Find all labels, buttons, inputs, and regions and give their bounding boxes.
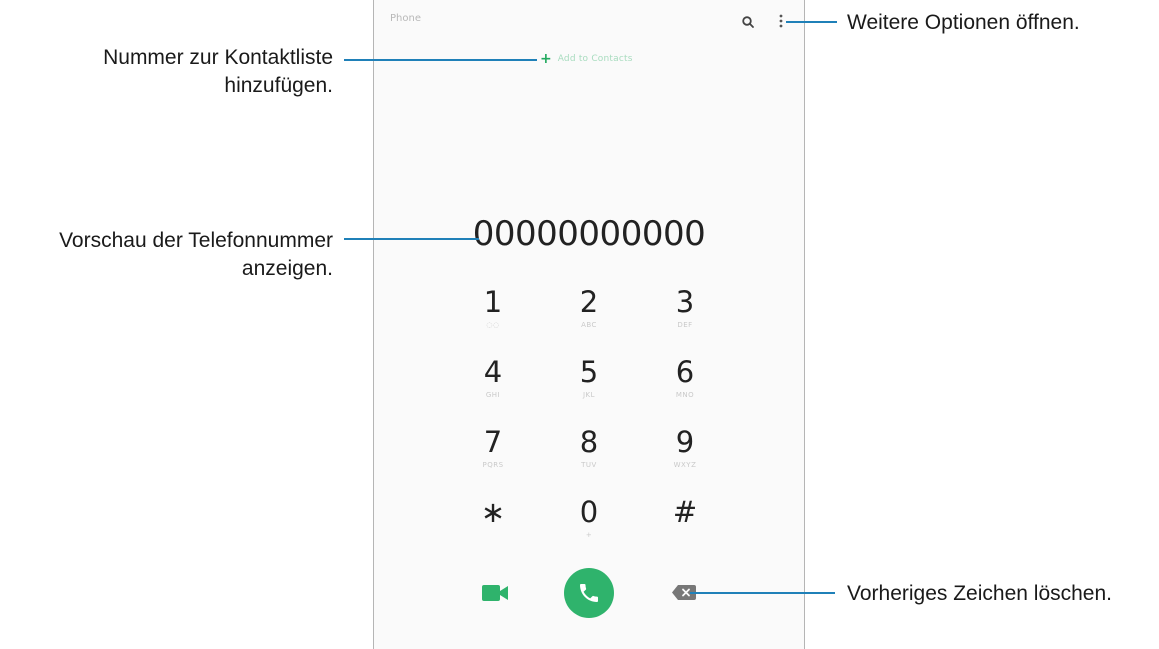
callout-delete-char: Vorheriges Zeichen löschen.	[847, 582, 1112, 605]
add-to-contacts-label: Add to Contacts	[557, 54, 633, 64]
key-1[interactable]: 1 ◌◌	[447, 284, 539, 348]
key-letters: WXYZ	[673, 461, 697, 469]
callout-add-contact-line1: Nummer zur Kontaktliste	[103, 46, 333, 69]
key-digit: 5	[579, 355, 599, 389]
phone-screen: Phone + Add to Contacts 00000000000 1 ◌◌…	[373, 0, 805, 649]
more-options-icon[interactable]	[777, 12, 785, 30]
key-4[interactable]: 4 GHI	[447, 354, 539, 418]
key-9[interactable]: 9 WXYZ	[639, 424, 731, 488]
key-3[interactable]: 3 DEF	[639, 284, 731, 348]
callout-add-contact-line2: hinzufügen.	[224, 74, 333, 97]
key-digit: ∗	[480, 495, 506, 529]
key-hash[interactable]: #	[639, 494, 731, 558]
key-digit: 3	[675, 285, 695, 319]
callout-line-add-contact	[344, 59, 537, 61]
callout-line-delete-char	[690, 592, 835, 594]
key-letters: MNO	[675, 391, 695, 399]
number-preview: 00000000000	[472, 214, 706, 254]
key-digit: 4	[483, 355, 503, 389]
callout-preview-line2: anzeigen.	[241, 257, 333, 280]
callout-more-options: Weitere Optionen öffnen.	[847, 11, 1080, 34]
add-to-contacts-button[interactable]: + Add to Contacts	[540, 49, 633, 69]
key-digit: 6	[675, 355, 695, 389]
key-star[interactable]: ∗	[447, 494, 539, 558]
call-button[interactable]	[564, 568, 614, 618]
key-0[interactable]: 0 +	[543, 494, 635, 558]
key-letters: TUV	[581, 461, 597, 469]
key-letters: DEF	[677, 321, 693, 329]
key-digit: 8	[579, 425, 599, 459]
key-digit: 1	[483, 285, 503, 319]
key-digit: 7	[483, 425, 503, 459]
callout-preview: Vorschau der Telefonnummer anzeigen.	[0, 227, 333, 283]
callout-line-more-options	[786, 21, 837, 23]
key-digit: 2	[579, 285, 599, 319]
key-5[interactable]: 5 JKL	[543, 354, 635, 418]
key-6[interactable]: 6 MNO	[639, 354, 731, 418]
search-icon[interactable]	[741, 14, 755, 28]
phone-icon	[580, 584, 598, 602]
key-letters: +	[585, 531, 593, 539]
video-camera-icon	[482, 585, 508, 601]
key-digit: 9	[675, 425, 695, 459]
key-8[interactable]: 8 TUV	[543, 424, 635, 488]
key-letters: ABC	[581, 321, 597, 329]
video-call-button[interactable]	[482, 584, 508, 602]
key-digit: 0	[579, 495, 599, 529]
voicemail-icon: ◌◌	[486, 321, 500, 329]
key-digit: #	[672, 495, 698, 529]
key-7[interactable]: 7 PQRS	[447, 424, 539, 488]
app-title: Phone	[390, 13, 421, 24]
key-letters: PQRS	[482, 461, 504, 469]
key-2[interactable]: 2 ABC	[543, 284, 635, 348]
callout-preview-line1: Vorschau der Telefonnummer	[59, 229, 333, 252]
callout-line-preview	[344, 238, 479, 240]
key-letters: GHI	[485, 391, 501, 399]
key-letters: JKL	[582, 391, 596, 399]
plus-icon: +	[540, 51, 552, 67]
callout-add-contact: Nummer zur Kontaktliste hinzufügen.	[0, 44, 333, 100]
